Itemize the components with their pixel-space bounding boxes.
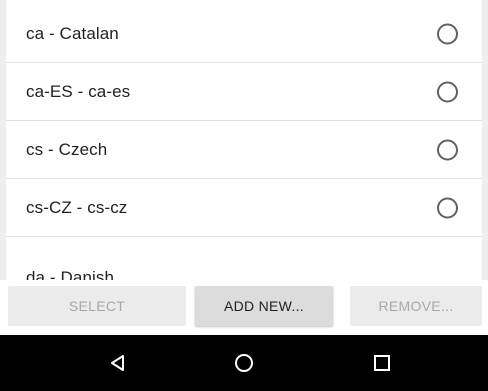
action-button-bar: SELECT ADD NEW... REMOVE... — [0, 280, 488, 335]
list-item[interactable]: cs - Czech — [6, 121, 482, 179]
radio-button[interactable] — [437, 81, 458, 102]
list-item-label: ca - Catalan — [26, 23, 119, 43]
language-list[interactable]: ca - Catalan ca-ES - ca-es cs - Czech cs… — [6, 0, 482, 281]
home-icon — [235, 354, 253, 372]
recents-button[interactable] — [352, 335, 412, 391]
language-picker-screen: ca - Catalan ca-ES - ca-es cs - Czech cs… — [0, 0, 488, 391]
list-item[interactable]: ca-ES - ca-es — [6, 63, 482, 121]
remove-button[interactable]: REMOVE... — [350, 286, 482, 326]
list-item[interactable]: cs-CZ - cs-cz — [6, 179, 482, 237]
radio-button[interactable] — [437, 139, 458, 160]
list-item-label: cs-CZ - cs-cz — [26, 197, 128, 217]
recents-icon — [374, 355, 390, 371]
back-button[interactable] — [88, 335, 148, 391]
radio-button[interactable] — [437, 197, 458, 218]
list-item[interactable]: ca - Catalan — [6, 5, 482, 63]
radio-button[interactable] — [437, 23, 458, 44]
back-icon — [111, 355, 124, 371]
list-item-label: ca-ES - ca-es — [26, 81, 131, 101]
home-button[interactable] — [214, 335, 274, 391]
select-button[interactable]: SELECT — [8, 286, 186, 326]
system-navigation-bar — [0, 335, 488, 391]
list-item[interactable]: da - Danish — [6, 237, 482, 280]
add-new-button[interactable]: ADD NEW... — [195, 286, 333, 326]
list-item-label: cs - Czech — [26, 139, 108, 159]
